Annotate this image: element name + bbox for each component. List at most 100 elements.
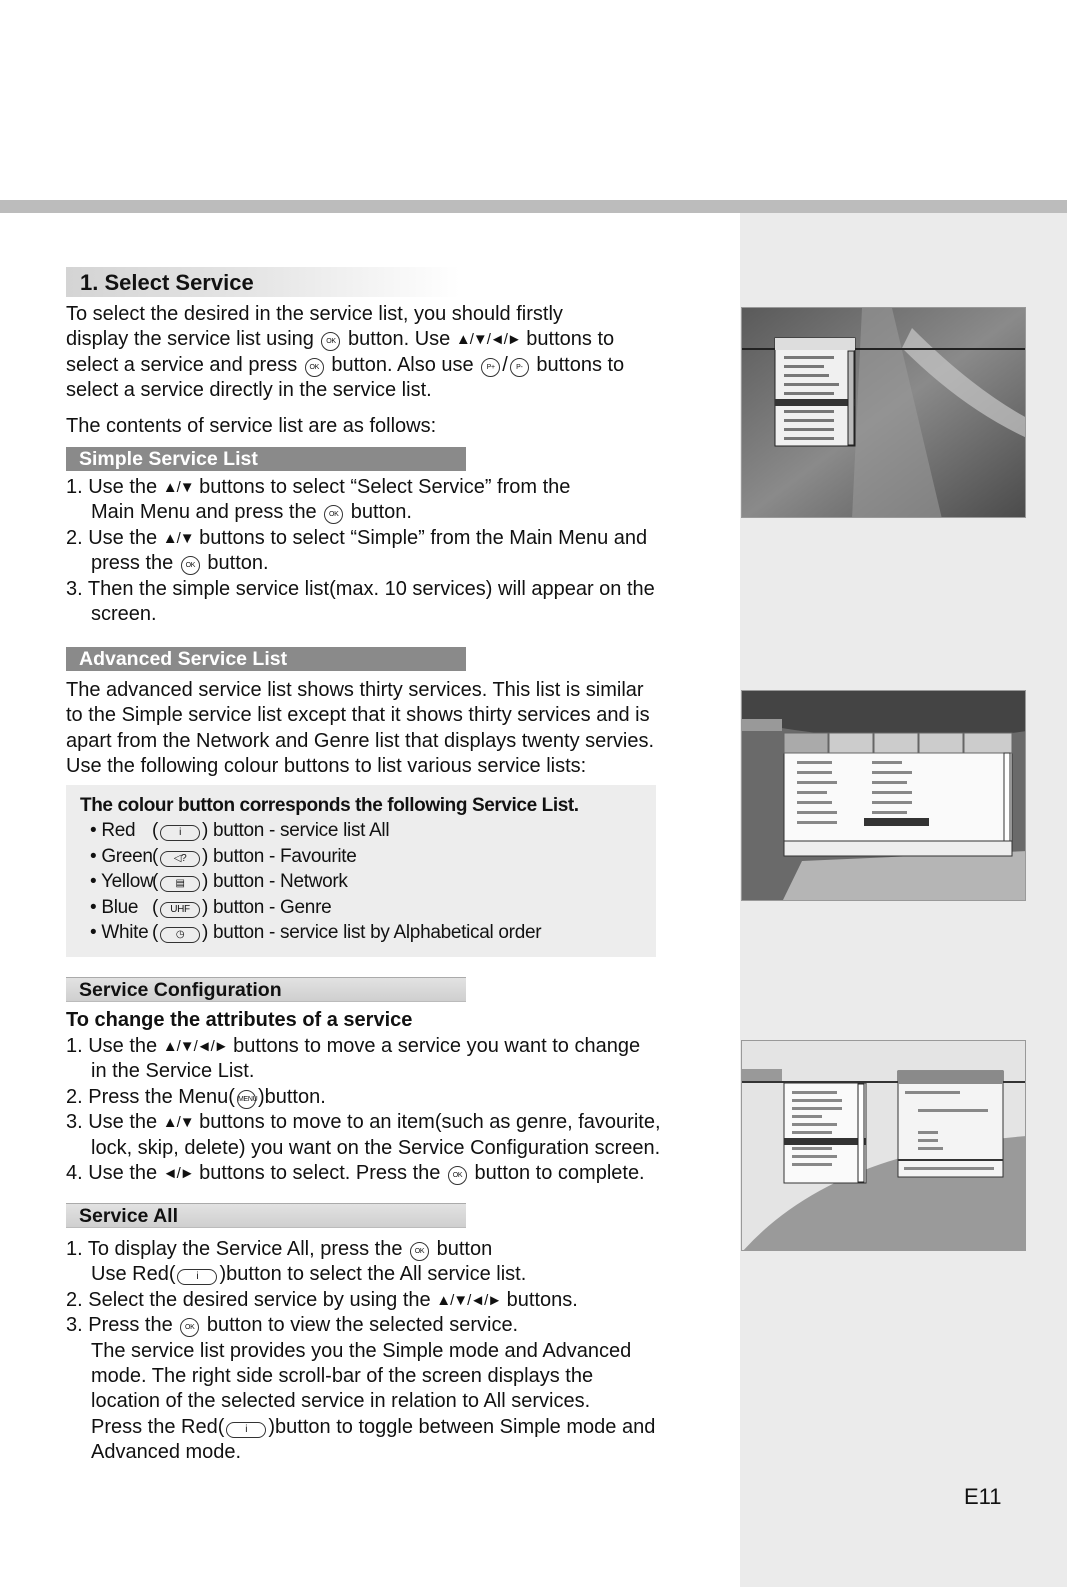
text-segment: apart from the Network and Genre list th…	[66, 729, 655, 752]
ok-button-icon: OK	[180, 1318, 200, 1338]
text-line: 2. Use the ▲/▼ buttons to select “Simple…	[66, 526, 726, 551]
text-segment: buttons to select. Press the	[193, 1162, 446, 1185]
text-segment: 2. Press the Menu(	[66, 1085, 235, 1108]
service-all-steps: 1. To display the Service All, press the…	[66, 1237, 726, 1466]
text-segment: button.	[345, 501, 412, 524]
advanced-service-list-text: The advanced service list shows thirty s…	[66, 678, 726, 780]
colour-button-item: • Red(i) button - service list All	[80, 818, 656, 843]
text-line: lock, skip, delete) you want on the Serv…	[66, 1136, 726, 1161]
simple-service-list-heading: Simple Service List	[66, 447, 466, 471]
colour-button-item: • Green(◁?) button - Favourite	[80, 844, 656, 869]
uhf-button-icon: UHF	[160, 901, 201, 918]
text-line: To select the desired in the service lis…	[66, 302, 726, 327]
ok-button-icon: OK	[447, 1166, 467, 1186]
paren: (	[152, 896, 159, 918]
p-minus-button-icon: P-	[509, 357, 529, 377]
ok-button-icon: OK	[180, 556, 200, 576]
text-segment: 1. Use the	[66, 1035, 163, 1057]
text-segment: Advanced mode.	[91, 1441, 242, 1464]
text-segment: press the	[91, 552, 179, 575]
ok-button-icon: OK	[410, 1242, 430, 1261]
text-line: select a service and press OK button. Al…	[66, 353, 726, 378]
text-segment: 4. Use the	[66, 1162, 163, 1185]
text-segment: buttons to move a service you want to ch…	[227, 1035, 641, 1057]
arrow-buttons-icon: ▲/▼/◄/►	[162, 1038, 229, 1055]
text-segment: 2. Use the	[66, 526, 163, 549]
ok-button-icon: OK	[304, 357, 324, 377]
ok-button-icon: OK	[321, 332, 341, 352]
colour-button-item: • Yellow(▤) button - Network	[80, 869, 656, 894]
colour-name: • Blue	[90, 896, 139, 918]
arrow-buttons-icon: ▲/▼/◄/►	[436, 1291, 502, 1309]
text-segment: buttons to select “Simple” from the Main…	[193, 526, 648, 549]
text-segment: in the Service List.	[91, 1060, 255, 1083]
text-segment: buttons to move to an item(such as genre…	[193, 1111, 661, 1134]
text-line: 2. Press the Menu(MENU)button.	[66, 1085, 726, 1110]
text-line: 3. Press the OK button to view the selec…	[66, 1313, 726, 1338]
text-segment: location of the selected service in rela…	[91, 1390, 591, 1413]
service-configuration-subheading: To change the attributes of a service	[66, 1009, 413, 1031]
text-line: 3. Then the simple service list(max. 10 …	[66, 577, 726, 602]
text-line: screen.	[66, 602, 726, 627]
colour-name: • Yellow	[90, 871, 154, 893]
text-segment: The service list provides you the Simple…	[91, 1339, 632, 1362]
text-line: Use Red(i)button to select the All servi…	[66, 1262, 726, 1287]
text-segment: 3. Press the	[66, 1314, 179, 1337]
colour-description: button - Network	[208, 871, 348, 893]
text-line: 3. Use the ▲/▼ buttons to move to an ite…	[66, 1110, 726, 1135]
colour-button-item: • White(◷) button - service list by Alph…	[80, 920, 656, 945]
text-segment: )button to select the All service list.	[219, 1263, 527, 1286]
service-configuration-steps: 1. Use the ▲/▼/◄/► buttons to move a ser…	[66, 1034, 726, 1186]
text-segment: mode. The right side scroll-bar of the s…	[91, 1365, 594, 1388]
text-segment: select a service and press	[66, 353, 303, 376]
text-segment: screen.	[91, 603, 157, 626]
text-segment: 3. Then the simple service list(max. 10 …	[66, 577, 655, 600]
text-segment: 2. Select the desired service by using t…	[66, 1288, 437, 1311]
text-segment: )button to toggle between Simple mode an…	[268, 1415, 656, 1438]
text-segment: buttons to	[530, 353, 625, 376]
text-segment: buttons.	[501, 1288, 578, 1311]
text-segment: select a service directly in the service…	[66, 379, 432, 402]
colour-description: button - Favourite	[208, 845, 357, 867]
colour-description: button - service list All	[208, 820, 390, 842]
text-line: 1. To display the Service All, press the…	[66, 1237, 726, 1262]
page-title: 1. Select Service	[66, 267, 460, 297]
text-line: in the Service List.	[66, 1059, 726, 1084]
text-segment: button. Also use	[325, 353, 480, 376]
audio-button-icon: ◁?	[160, 850, 201, 867]
text-segment: lock, skip, delete) you want on the Serv…	[91, 1136, 661, 1159]
arrow-buttons-icon: ▲/▼	[162, 479, 195, 496]
text-segment: Main Menu and press the	[91, 501, 323, 524]
text-segment: button to complete.	[468, 1162, 645, 1185]
text-segment: )button.	[257, 1085, 326, 1108]
text-line: Main Menu and press the OK button.	[66, 500, 726, 525]
teletext-button-icon: ▤	[160, 876, 201, 893]
menu-button-icon: MENU	[236, 1089, 258, 1109]
text-segment: Press the Red(	[91, 1415, 225, 1438]
text-segment: Use the following colour buttons to list…	[66, 755, 587, 778]
colour-name: • Green	[90, 845, 153, 867]
arrow-buttons-icon: ▲/▼	[162, 1114, 195, 1132]
text-line: Advanced mode.	[66, 1440, 726, 1465]
colour-name: • Red	[90, 820, 136, 842]
colour-description: button - service list by Alphabetical or…	[208, 922, 542, 944]
text-line: location of the selected service in rela…	[66, 1389, 726, 1414]
text-line: Use the following colour buttons to list…	[66, 754, 726, 779]
paren: (	[152, 922, 159, 944]
info-button-icon: i	[177, 1269, 218, 1286]
simple-service-list-steps: 1. Use the ▲/▼ buttons to select “Select…	[66, 475, 726, 627]
text-segment: button. Use	[342, 328, 456, 351]
text-segment: 1. Use the	[66, 476, 163, 498]
colour-box-title: The colour button corresponds the follow…	[80, 795, 579, 816]
text-segment: to the Simple service list except that i…	[66, 704, 650, 727]
paren: (	[152, 845, 159, 867]
service-configuration-screenshot	[741, 1040, 1026, 1251]
text-line: 2. Select the desired service by using t…	[66, 1288, 726, 1313]
text-line: to the Simple service list except that i…	[66, 703, 726, 728]
p-plus-button-icon: P+	[481, 357, 501, 377]
paren: (	[152, 871, 159, 893]
text-line: 1. Use the ▲/▼ buttons to select “Select…	[66, 475, 726, 500]
text-line: 1. Use the ▲/▼/◄/► buttons to move a ser…	[66, 1034, 726, 1059]
arrow-buttons-icon: ◄/►	[162, 1165, 195, 1183]
info-button-icon: i	[226, 1421, 267, 1438]
